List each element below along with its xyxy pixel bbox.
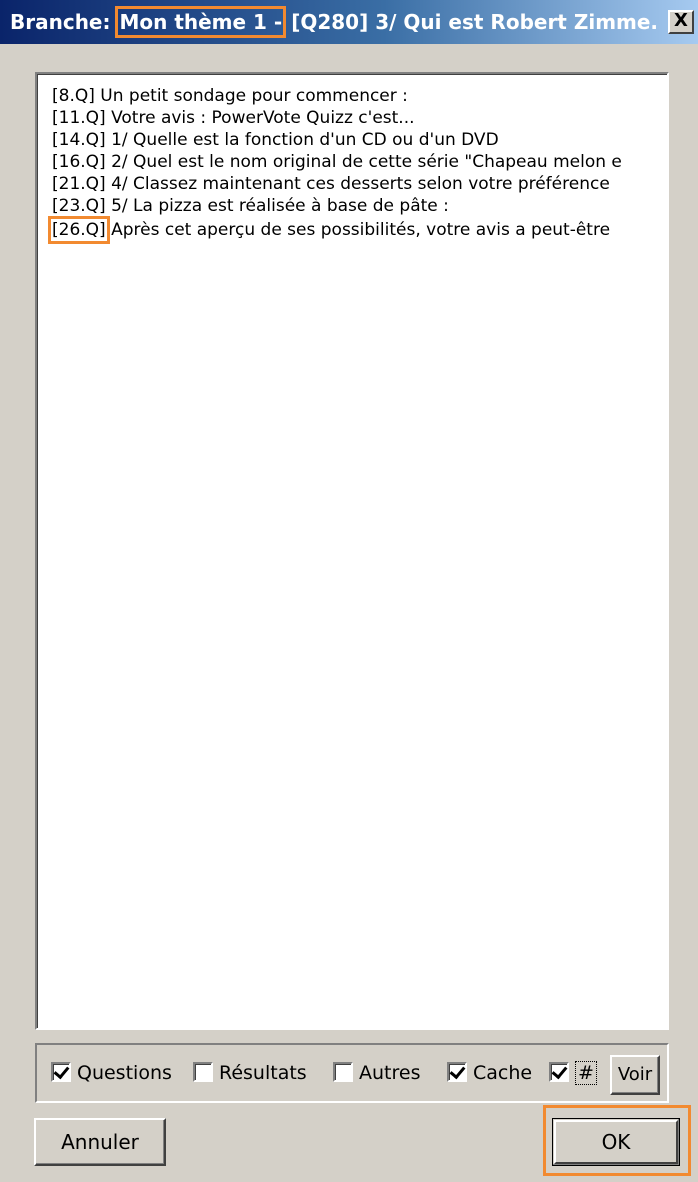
autres-checkbox[interactable]: [333, 1062, 353, 1082]
hash-checkbox[interactable]: [549, 1062, 569, 1082]
question-list[interactable]: [8.Q] Un petit sondage pour commencer : …: [35, 72, 669, 1030]
filter-hash[interactable]: #: [549, 1060, 597, 1086]
list-item-text: 5/ La pizza est réalisée à base de pâte …: [105, 196, 449, 216]
list-item[interactable]: [11.Q] Votre avis : PowerVote Quizz c'es…: [52, 107, 415, 129]
close-icon: X: [674, 10, 688, 31]
filter-resultats[interactable]: Résultats: [193, 1060, 307, 1086]
ok-label: OK: [554, 1120, 678, 1164]
cache-label: Cache: [473, 1062, 533, 1084]
list-item-id: [21.Q]: [52, 174, 106, 194]
title-question: [Q280] 3/ Qui est Robert Zimme...: [284, 10, 658, 34]
list-item-text: Votre avis : PowerVote Quizz c'est...: [105, 108, 415, 128]
ok-button[interactable]: OK: [552, 1118, 680, 1166]
dialog-window: Branche: Mon thème 1 - [Q280] 3/ Qui est…: [0, 0, 698, 1182]
hash-label: #: [575, 1061, 597, 1085]
questions-checkbox[interactable]: [51, 1062, 71, 1082]
title-bar[interactable]: Branche: Mon thème 1 - [Q280] 3/ Qui est…: [0, 0, 698, 44]
window-title: Branche: Mon thème 1 - [Q280] 3/ Qui est…: [10, 0, 658, 44]
list-item[interactable]: [23.Q] 5/ La pizza est réalisée à base d…: [52, 195, 449, 217]
list-item-id: [16.Q]: [52, 152, 106, 172]
list-item-text: Un petit sondage pour commencer :: [94, 86, 408, 106]
list-item[interactable]: [26.Q] Après cet aperçu de ses possibili…: [48, 216, 611, 244]
list-item-id: [26.Q]: [48, 216, 110, 244]
list-item[interactable]: [21.Q] 4/ Classez maintenant ces dessert…: [52, 173, 610, 195]
list-item-text: Après cet aperçu de ses possibilités, vo…: [105, 220, 611, 240]
filter-questions[interactable]: Questions: [51, 1060, 172, 1086]
list-item-text: 2/ Quel est le nom original de cette sér…: [105, 152, 622, 172]
voir-button[interactable]: Voir: [610, 1055, 660, 1095]
filter-autres[interactable]: Autres: [333, 1060, 420, 1086]
filter-bar: Questions Résultats Autres Cache # Voir: [35, 1043, 669, 1103]
filter-cache[interactable]: Cache: [447, 1060, 532, 1086]
list-item-text: 1/ Quelle est la fonction d'un CD ou d'u…: [105, 130, 499, 150]
question-list-area: [8.Q] Un petit sondage pour commencer : …: [37, 74, 667, 1028]
close-button[interactable]: X: [668, 10, 694, 34]
cache-checkbox[interactable]: [447, 1062, 467, 1082]
title-branch: Mon thème 1 -: [115, 6, 287, 38]
title-prefix: Branche:: [10, 10, 118, 34]
cancel-button[interactable]: Annuler: [34, 1118, 166, 1166]
list-item-id: [23.Q]: [52, 196, 106, 216]
autres-label: Autres: [359, 1062, 421, 1084]
resultats-label: Résultats: [219, 1062, 307, 1084]
resultats-checkbox[interactable]: [193, 1062, 213, 1082]
list-item-text: 4/ Classez maintenant ces desserts selon…: [105, 174, 610, 194]
list-item[interactable]: [14.Q] 1/ Quelle est la fonction d'un CD…: [52, 129, 499, 151]
list-item[interactable]: [16.Q] 2/ Quel est le nom original de ce…: [52, 151, 622, 173]
list-item[interactable]: [8.Q] Un petit sondage pour commencer :: [52, 85, 408, 107]
list-item-id: [14.Q]: [52, 130, 106, 150]
list-item-id: [11.Q]: [52, 108, 106, 128]
list-item-id: [8.Q]: [52, 86, 95, 106]
questions-label: Questions: [77, 1062, 172, 1084]
